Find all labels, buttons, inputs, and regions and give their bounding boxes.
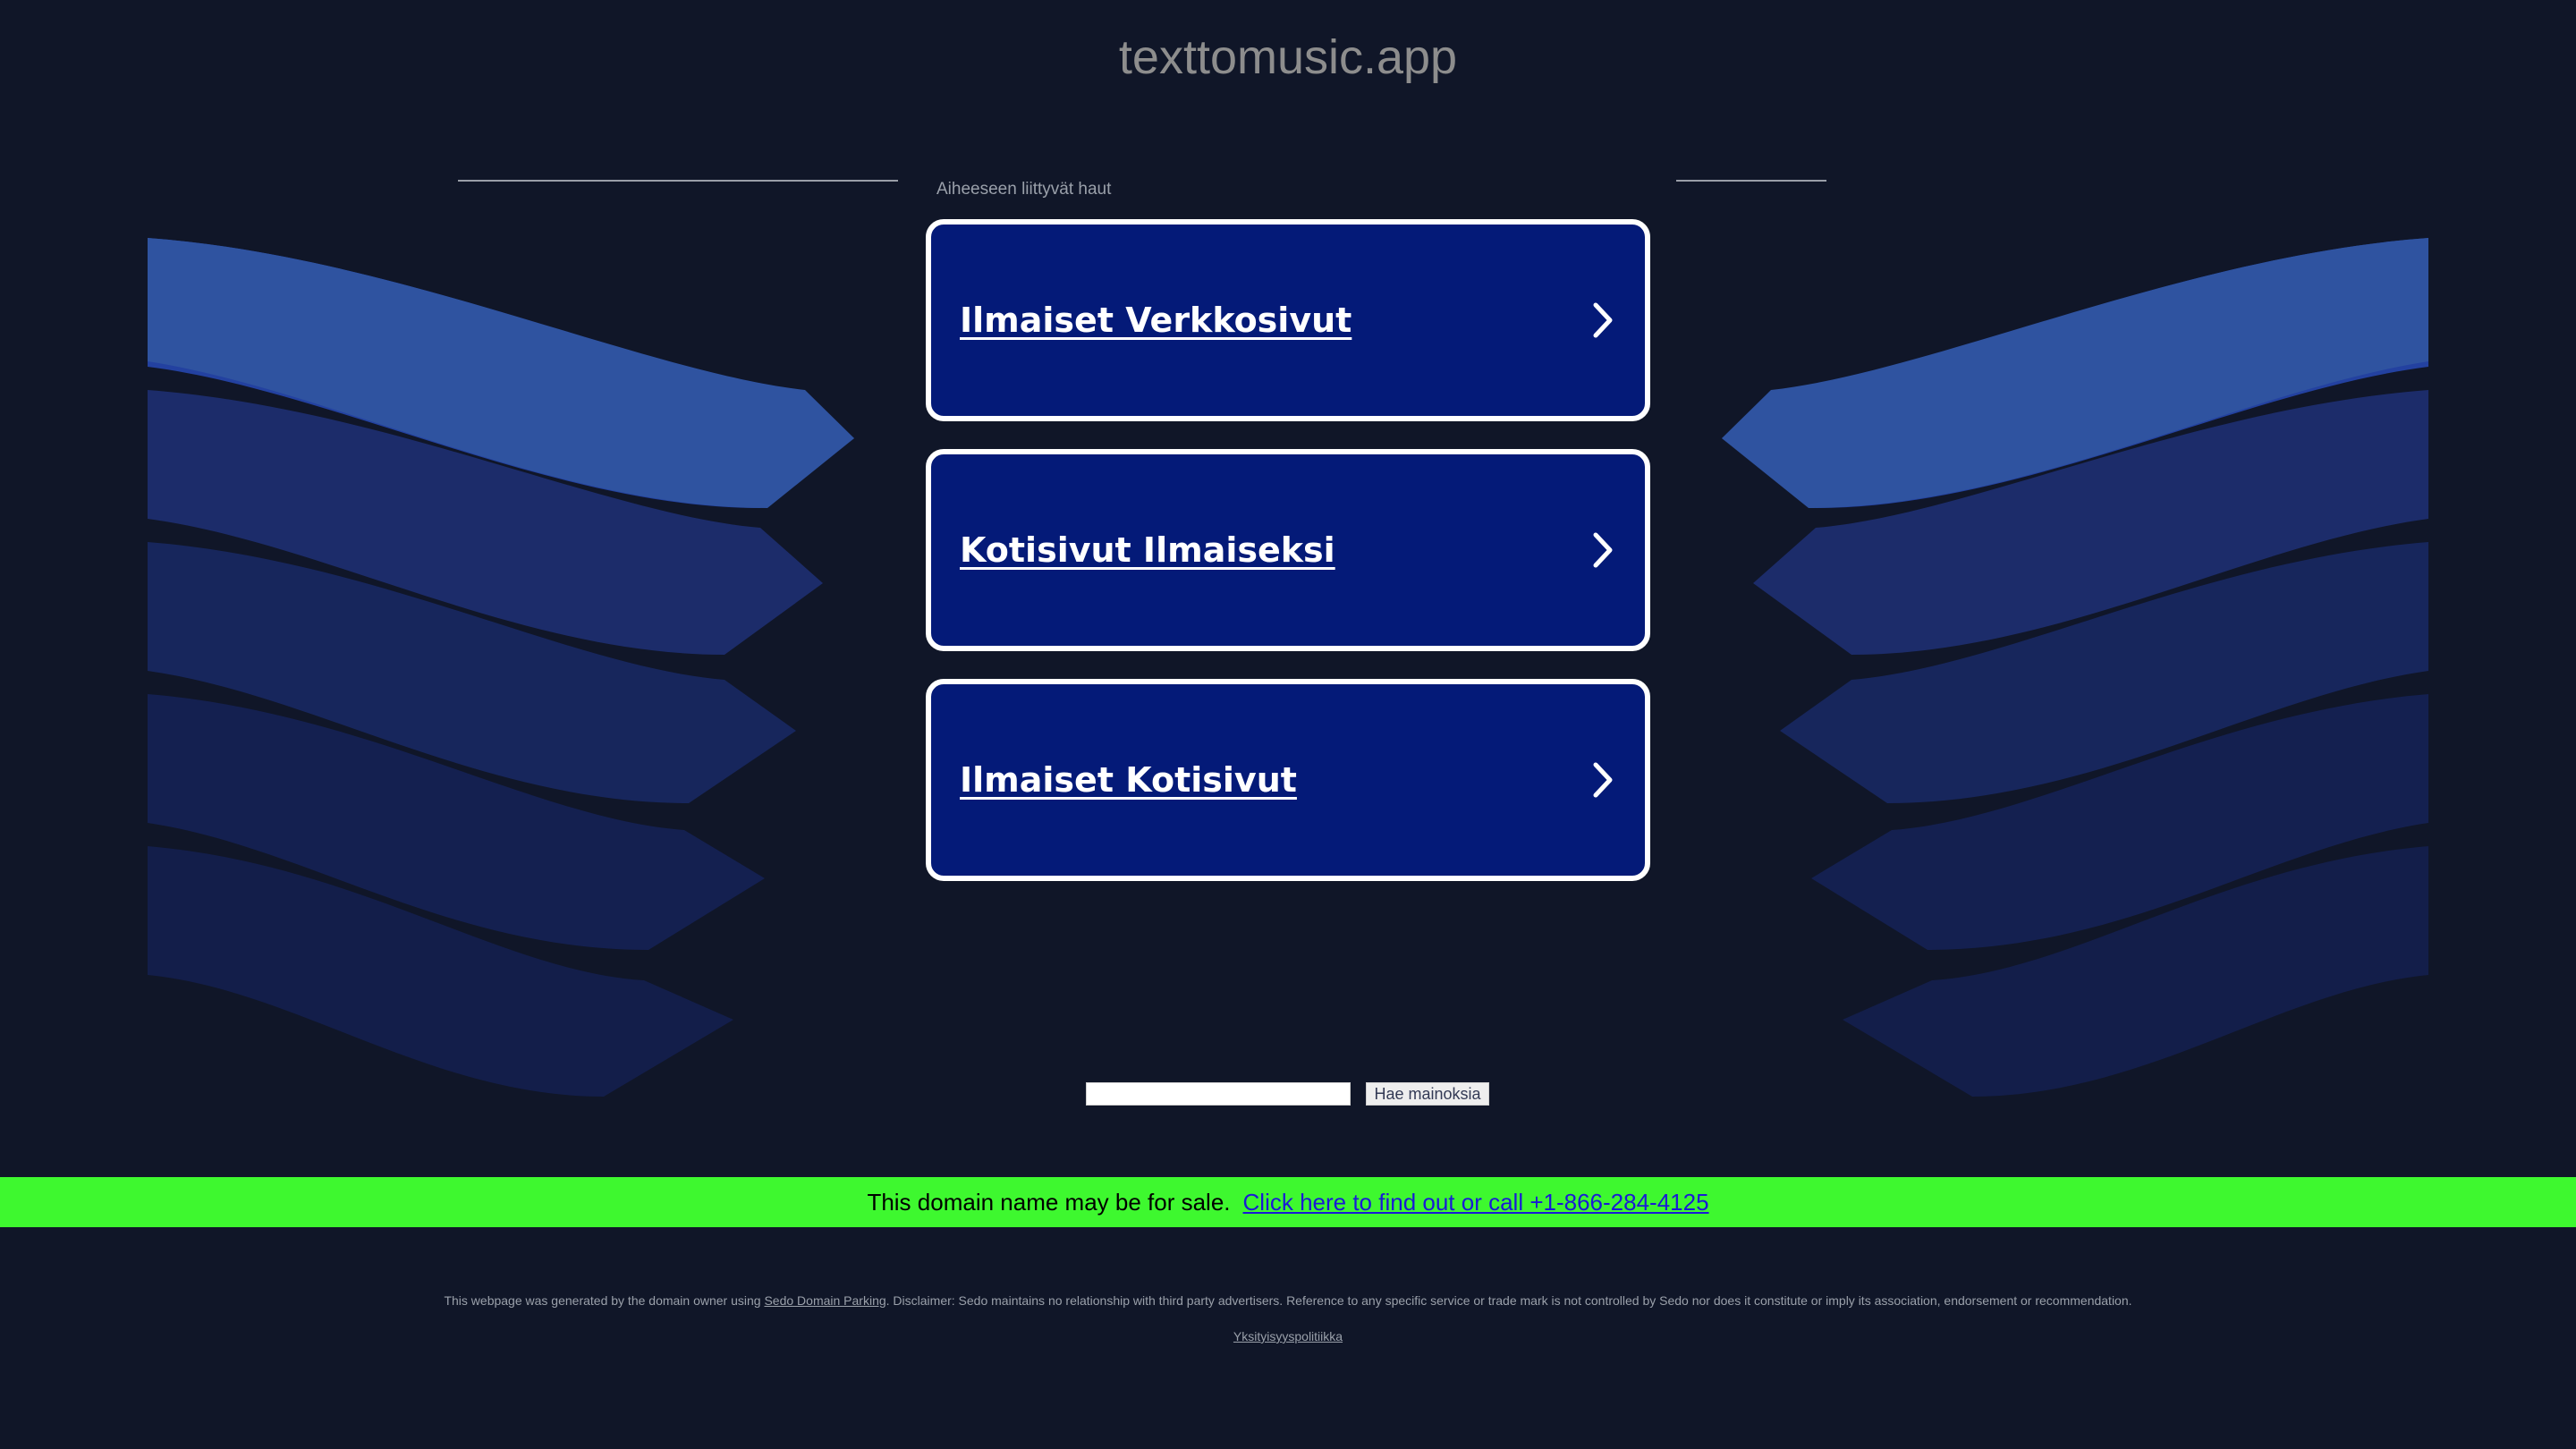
ad-search-input[interactable]	[1086, 1082, 1351, 1106]
related-searches-label: Aiheeseen liittyvät haut	[936, 180, 1112, 199]
sedo-parking-link[interactable]: Sedo Domain Parking	[764, 1293, 886, 1308]
site-title: texttomusic.app	[1118, 30, 1458, 84]
domain-sale-banner: This domain name may be for sale. Click h…	[0, 1177, 2576, 1227]
sale-inquiry-link[interactable]: Click here to find out or call +1-866-28…	[1243, 1189, 1709, 1216]
related-link-label[interactable]: Ilmaiset Kotisivut	[960, 684, 1297, 876]
chevron-right-icon	[1593, 762, 1613, 798]
chevron-right-icon	[1593, 302, 1613, 338]
related-link-card[interactable]: Ilmaiset Verkkosivut	[926, 219, 1650, 421]
privacy-policy: Yksityisyyspolitiikka	[0, 1328, 2576, 1344]
privacy-policy-link[interactable]: Yksityisyyspolitiikka	[1233, 1329, 1343, 1343]
disclaimer-text: This webpage was generated by the domain…	[0, 1292, 2576, 1309]
related-links-list: Ilmaiset Verkkosivut Kotisivut Ilmaiseks…	[926, 219, 1650, 909]
related-link-label[interactable]: Kotisivut Ilmaiseksi	[960, 454, 1335, 646]
sale-banner-text: This domain name may be for sale.	[867, 1189, 1231, 1216]
disclaimer-prefix: This webpage was generated by the domain…	[444, 1293, 761, 1308]
divider-right	[1676, 180, 1826, 182]
divider-left	[458, 180, 898, 182]
related-link-label[interactable]: Ilmaiset Verkkosivut	[960, 225, 1352, 416]
related-link-card[interactable]: Ilmaiset Kotisivut	[926, 679, 1650, 881]
ad-search-button[interactable]: Hae mainoksia	[1366, 1082, 1489, 1106]
related-link-card[interactable]: Kotisivut Ilmaiseksi	[926, 449, 1650, 651]
chevron-right-icon	[1593, 532, 1613, 568]
disclaimer-suffix: . Disclaimer: Sedo maintains no relation…	[886, 1293, 2132, 1308]
